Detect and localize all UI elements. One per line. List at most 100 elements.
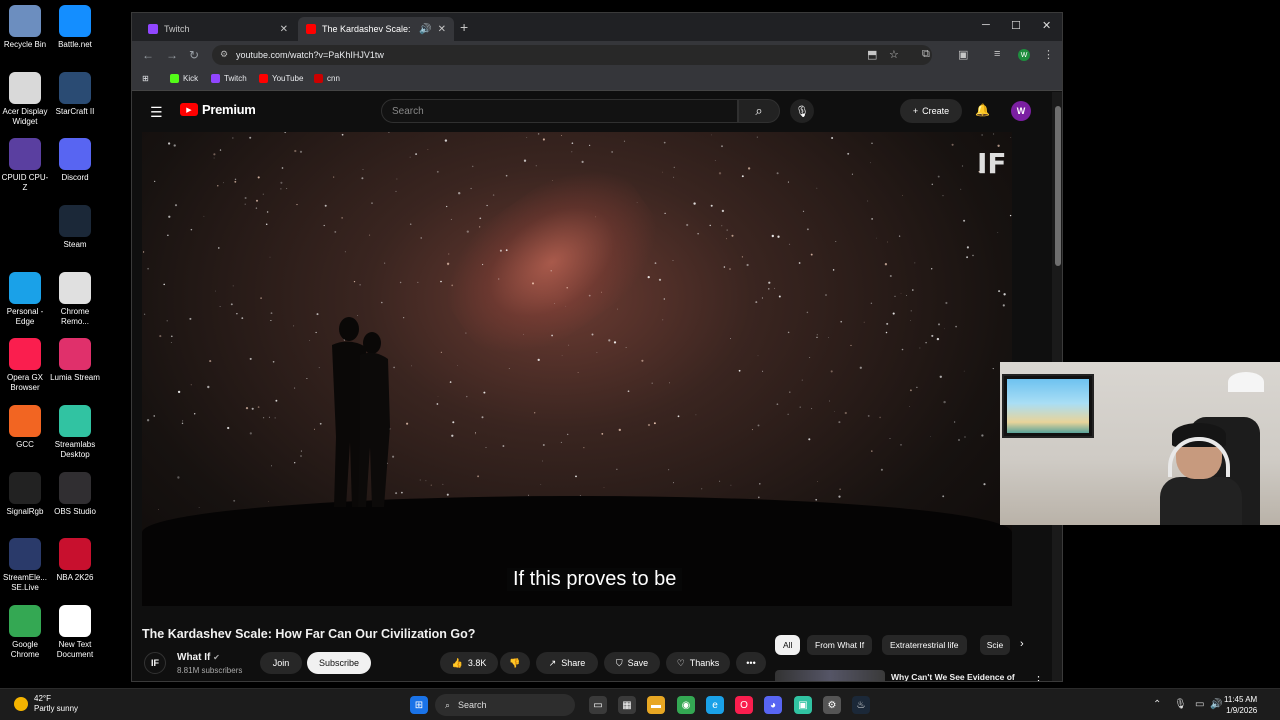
desktop-icon-nba2k[interactable]: NBA 2K26	[50, 538, 100, 583]
share-button[interactable]: ↗ Share	[536, 652, 598, 674]
show-hidden-icons-icon[interactable]: ⌃	[1153, 699, 1161, 710]
settings-taskbar-icon[interactable]: ⚙	[823, 696, 841, 714]
network-icon[interactable]: ▭	[1195, 699, 1204, 710]
desktop-icon-signalrgb[interactable]: SignalRgb	[0, 472, 50, 517]
star	[963, 219, 966, 222]
like-button[interactable]: 👍 3.8K	[440, 652, 498, 674]
desktop-icon-streamlabs[interactable]: Streamlabs Desktop	[50, 405, 100, 460]
streamlabs-icon	[59, 405, 91, 437]
desktop-icon-acer[interactable]: Acer Display Widget	[0, 72, 50, 127]
bookmark-youtube[interactable]: YouTube	[259, 74, 303, 83]
tab-youtube[interactable]: The Kardashev Scale: How F 🔊 ✕	[298, 17, 454, 41]
bookmark-cnn[interactable]: cnn	[314, 74, 340, 83]
forward-icon[interactable]: →	[166, 48, 178, 62]
profile-avatar[interactable]: W	[1018, 49, 1030, 61]
desktop-icon-cpuz[interactable]: CPUID CPU-Z	[0, 138, 50, 193]
widgets-icon[interactable]: ▦	[618, 696, 636, 714]
desktop-icon-streamelements[interactable]: StreamEle... SE.Live	[0, 538, 50, 593]
extensions-icon[interactable]: ⧉	[922, 48, 930, 61]
create-button[interactable]: + Create	[900, 99, 962, 123]
desktop-icon-text-document[interactable]: New Text Document	[50, 605, 100, 660]
subscribe-button[interactable]: Subscribe	[307, 652, 371, 674]
streamlabs-taskbar-icon[interactable]: ▣	[794, 696, 812, 714]
reload-icon[interactable]: ↻	[189, 48, 199, 62]
star	[1003, 293, 1006, 296]
join-button[interactable]: Join	[260, 652, 302, 674]
opera-gx-taskbar-icon[interactable]: O	[735, 696, 753, 714]
chip-extraterrestrial-life[interactable]: Extraterrestrial life	[882, 635, 967, 655]
desktop-icon-label: Battle.net	[58, 40, 92, 49]
close-tab-icon[interactable]: ✕	[280, 24, 288, 35]
desktop-icon-discord[interactable]: Discord	[50, 138, 100, 183]
voice-search-button[interactable]: 🎙	[790, 99, 814, 123]
desktop-icon-obs[interactable]: OBS Studio	[50, 472, 100, 517]
dislike-button[interactable]: 👎	[500, 652, 530, 674]
desktop-icon-gcc[interactable]: GCC	[0, 405, 50, 450]
desktop-icon-label: Personal - Edge	[6, 307, 44, 326]
back-icon[interactable]: ←	[142, 48, 154, 62]
search-button[interactable]: ⌕	[738, 99, 780, 123]
desktop-icon-opera-gx[interactable]: Opera GX Browser	[0, 338, 50, 393]
windows-start-icon[interactable]: ⊞	[410, 696, 428, 714]
tab-twitch[interactable]: Twitch ✕	[140, 17, 296, 41]
chip-science[interactable]: Scie	[980, 635, 1010, 655]
account-avatar[interactable]: W	[1011, 101, 1031, 121]
steam-taskbar-icon[interactable]: ♨	[852, 696, 870, 714]
system-clock[interactable]: 11:45 AM 1/9/2026	[1224, 694, 1257, 716]
channel-avatar[interactable]: IF	[144, 652, 166, 674]
media-controls-icon[interactable]: ≡	[994, 48, 1000, 60]
maximize-button[interactable]: ☐	[1011, 19, 1021, 32]
recommended-menu-icon[interactable]: ⋮	[1033, 674, 1044, 681]
desktop-icon-edge[interactable]: Personal - Edge	[0, 272, 50, 327]
save-button[interactable]: ⛉ Save	[604, 652, 660, 674]
recommended-title[interactable]: Why Can't We See Evidence of Alien Life?…	[891, 672, 1021, 681]
new-tab-button[interactable]: +	[460, 19, 468, 35]
side-panel-icon[interactable]: ▣	[958, 48, 968, 61]
recommended-thumbnail[interactable]	[775, 670, 885, 681]
desktop-icon-chrome[interactable]: Google Chrome	[0, 605, 50, 660]
notifications-bell-icon[interactable]: 🔔	[975, 103, 990, 117]
taskbar-search[interactable]: ⌕ Search	[435, 694, 575, 716]
url-bar[interactable]: ⚙ youtube.com/watch?v=PaKhIHJV1tw	[212, 45, 932, 65]
scrollbar-thumb[interactable]	[1055, 106, 1061, 266]
more-actions-button[interactable]: •••	[736, 652, 766, 674]
chip-all[interactable]: All	[775, 635, 801, 655]
star	[341, 217, 343, 219]
star	[419, 479, 421, 481]
close-window-button[interactable]: ✕	[1042, 19, 1051, 32]
star	[757, 355, 759, 357]
desktop-icon-chrome-remote[interactable]: Chrome Remo...	[50, 272, 100, 327]
video-player[interactable]: IF If this proves to be	[142, 132, 1012, 606]
search-input[interactable]: Search	[381, 99, 738, 123]
edge-taskbar-icon[interactable]: e	[706, 696, 724, 714]
chip-from-what-if[interactable]: From What If	[807, 635, 873, 655]
hamburger-menu-icon[interactable]: ☰	[150, 104, 163, 121]
site-info-icon[interactable]: ⚙	[220, 49, 228, 60]
channel-name[interactable]: What If ✔	[177, 652, 220, 663]
speaker-icon[interactable]: 🔊	[419, 24, 431, 35]
bookmark-twitch[interactable]: Twitch	[211, 74, 247, 83]
bookmark-kick[interactable]: Kick	[170, 74, 198, 83]
star	[613, 341, 617, 344]
bookmark-star-icon[interactable]: ☆	[889, 48, 899, 61]
file-explorer-icon[interactable]: ▬	[647, 696, 665, 714]
task-view-icon[interactable]: ▭	[589, 696, 607, 714]
desktop-icon-battlenet[interactable]: Battle.net	[50, 5, 100, 50]
menu-kebab-icon[interactable]: ⋮	[1043, 48, 1054, 61]
chevron-right-icon[interactable]: ›	[1020, 638, 1024, 650]
weather-widget[interactable]: 42°F Partly sunny	[14, 694, 78, 714]
desktop-icon-lumia[interactable]: Lumia Stream	[50, 338, 100, 383]
youtube-logo[interactable]: ▶ Premium	[180, 102, 256, 117]
thanks-button[interactable]: ♡ Thanks	[666, 652, 730, 674]
apps-grid-icon[interactable]: ⊞	[142, 74, 149, 83]
close-tab-icon[interactable]: ✕	[438, 24, 446, 35]
mic-tray-icon[interactable]: 🎙	[1174, 699, 1187, 710]
install-app-icon[interactable]: ⬒	[867, 48, 877, 61]
desktop-icon-recycle-bin[interactable]: Recycle Bin	[0, 5, 50, 50]
volume-icon[interactable]: 🔊	[1210, 699, 1222, 710]
desktop-icon-steam[interactable]: Steam	[50, 205, 100, 250]
discord-taskbar-icon[interactable]: ◕	[764, 696, 782, 714]
minimize-button[interactable]: ─	[982, 19, 990, 31]
chrome-taskbar-icon[interactable]: ◉	[677, 696, 695, 714]
desktop-icon-starcraft[interactable]: StarCraft II	[50, 72, 100, 117]
